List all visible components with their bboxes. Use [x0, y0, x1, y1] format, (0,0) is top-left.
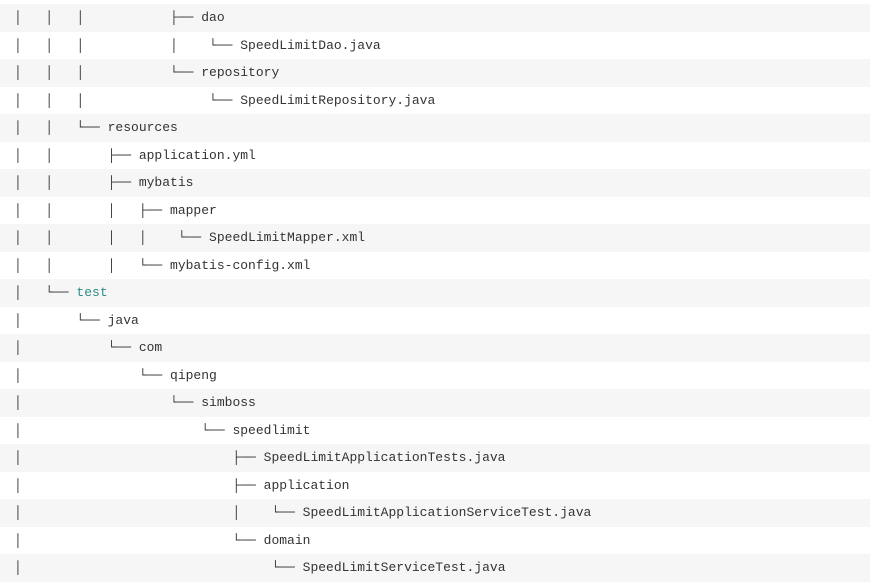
tree-node-name: repository	[201, 65, 279, 80]
tree-node-name: mybatis-config.xml	[170, 258, 310, 273]
tree-node-name: application	[264, 478, 350, 493]
tree-line: │ └── domain	[0, 527, 870, 555]
tree-node-name: SpeedLimitApplicationTests.java	[264, 450, 506, 465]
tree-line: │ │ │ └── mybatis-config.xml	[0, 252, 870, 280]
tree-prefix: │ │ ├──	[14, 148, 139, 163]
tree-node-name: com	[139, 340, 162, 355]
tree-node-name: speedlimit	[232, 423, 310, 438]
tree-prefix: │ │ │ └──	[14, 93, 240, 108]
tree-line: │ ├── application	[0, 472, 870, 500]
tree-line: │ │ │ └── SpeedLimitRepository.java	[0, 87, 870, 115]
tree-node-name: mybatis	[139, 175, 194, 190]
tree-line: │ └── SpeedLimitServiceTest.java	[0, 554, 870, 582]
tree-prefix: │ └──	[14, 423, 232, 438]
tree-line: │ │ ├── mybatis	[0, 169, 870, 197]
tree-prefix: │ ├──	[14, 450, 264, 465]
tree-node-name: SpeedLimitMapper.xml	[209, 230, 365, 245]
tree-prefix: │ │ └──	[14, 120, 108, 135]
tree-prefix: │ │ │ │ └──	[14, 230, 209, 245]
tree-line: │ │ └── SpeedLimitApplicationServiceTest…	[0, 499, 870, 527]
tree-line: │ └── java	[0, 307, 870, 335]
tree-prefix: │ └──	[14, 313, 108, 328]
tree-line: │ │ └── resources	[0, 114, 870, 142]
tree-line: │ └── simboss	[0, 389, 870, 417]
tree-prefix: │ │ ├──	[14, 175, 139, 190]
tree-node-name: qipeng	[170, 368, 217, 383]
tree-line: │ │ │ ├── mapper	[0, 197, 870, 225]
tree-prefix: │ ├──	[14, 478, 264, 493]
tree-node-name: dao	[201, 10, 224, 25]
tree-prefix: │ │ │ ├──	[14, 10, 201, 25]
tree-prefix: │ │ │ └──	[14, 258, 170, 273]
tree-line: │ │ │ └── repository	[0, 59, 870, 87]
tree-line: │ └── speedlimit	[0, 417, 870, 445]
tree-prefix: │ │ │ └──	[14, 65, 201, 80]
tree-node-name: java	[108, 313, 139, 328]
tree-node-name: SpeedLimitServiceTest.java	[303, 560, 506, 575]
tree-prefix: │ │ └──	[14, 505, 303, 520]
tree-node-name: application.yml	[139, 148, 256, 163]
tree-prefix: │ │ │ │ └──	[14, 38, 240, 53]
tree-line: │ ├── SpeedLimitApplicationTests.java	[0, 444, 870, 472]
tree-node-name: simboss	[201, 395, 256, 410]
tree-node-name: SpeedLimitRepository.java	[240, 93, 435, 108]
tree-prefix: │ └──	[14, 395, 201, 410]
tree-node-name: mapper	[170, 203, 217, 218]
tree-line: │ └── qipeng	[0, 362, 870, 390]
tree-line: │ └── com	[0, 334, 870, 362]
tree-prefix: │ │ │ ├──	[14, 203, 170, 218]
tree-node-name: SpeedLimitApplicationServiceTest.java	[303, 505, 592, 520]
tree-node-name: SpeedLimitDao.java	[240, 38, 380, 53]
tree-prefix: │ └──	[14, 560, 303, 575]
tree-line: │ └── test	[0, 279, 870, 307]
tree-prefix: │ └──	[14, 285, 76, 300]
tree-line: │ │ ├── application.yml	[0, 142, 870, 170]
tree-node-name: resources	[108, 120, 178, 135]
tree-line: │ │ │ ├── dao	[0, 4, 870, 32]
tree-node-name: test	[76, 285, 107, 300]
tree-prefix: │ └──	[14, 368, 170, 383]
tree-prefix: │ └──	[14, 340, 139, 355]
tree-line: │ │ │ │ └── SpeedLimitDao.java	[0, 32, 870, 60]
tree-line: │ │ │ │ └── SpeedLimitMapper.xml	[0, 224, 870, 252]
directory-tree: │ │ │ ├── dao│ │ │ │ └── SpeedLimitDao.j…	[0, 4, 870, 582]
